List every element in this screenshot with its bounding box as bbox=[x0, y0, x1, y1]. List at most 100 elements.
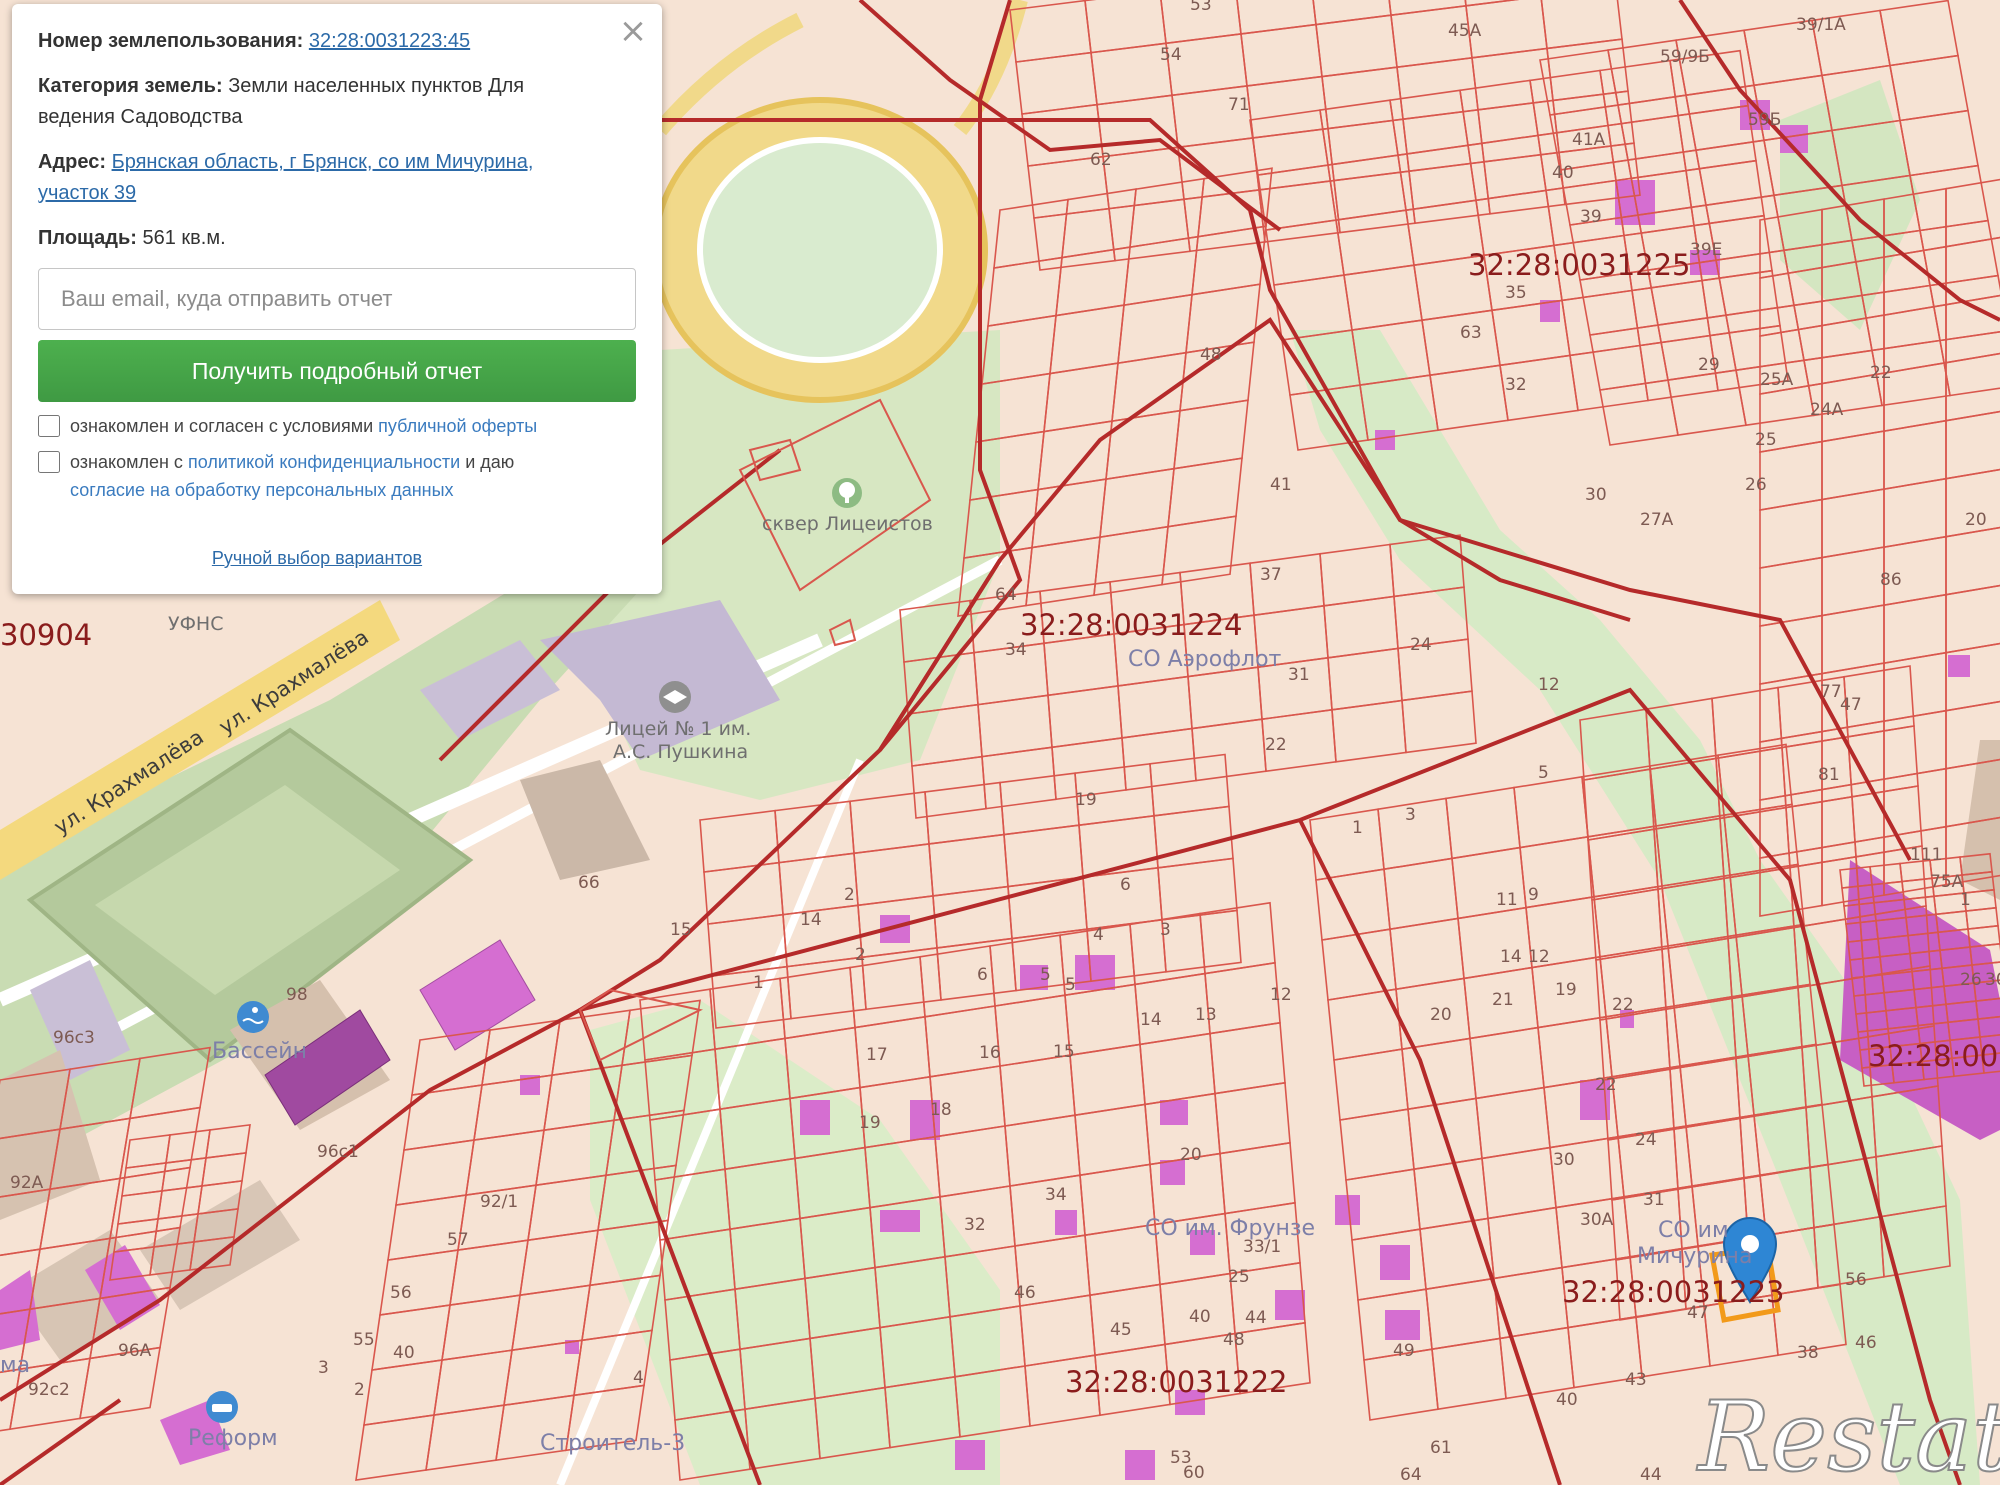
land-category-label: Категория земель: bbox=[38, 75, 223, 97]
parcel-number: 25 bbox=[1755, 430, 1777, 450]
quarter-label: 30904 bbox=[0, 618, 92, 652]
parcel-number: 44 bbox=[1245, 1308, 1267, 1328]
parcel-number: 59/9Б bbox=[1660, 47, 1710, 67]
address-link[interactable]: Брянская область, г Брянск, со им Мичури… bbox=[38, 151, 533, 204]
parcel-number: 30А bbox=[1580, 1210, 1614, 1230]
place-label: Лицей № 1 им. bbox=[605, 718, 751, 740]
parcel-number: 75А bbox=[1930, 872, 1964, 892]
parcel-number: 3 bbox=[1405, 805, 1416, 825]
parcel-number: 17 bbox=[866, 1045, 888, 1065]
parcel-number: 2 bbox=[354, 1380, 365, 1400]
parcel-number: 19 bbox=[1075, 790, 1097, 810]
parcel-number: 24А bbox=[1810, 400, 1844, 420]
parcel-number: 40 bbox=[1556, 1390, 1578, 1410]
parcel-number: 26 bbox=[1745, 475, 1767, 495]
parcel-number: 3 bbox=[318, 1358, 329, 1378]
place-label: Строитель-3 bbox=[540, 1431, 685, 1456]
parcel-number: 40 bbox=[393, 1343, 415, 1363]
parcel-number: 18 bbox=[930, 1100, 952, 1120]
address-row: Адрес: Брянская область, г Брянск, со им… bbox=[38, 147, 636, 209]
parcel-number: 12 bbox=[1528, 947, 1550, 967]
privacy-consent-row: ознакомлен с политикой конфиденциальност… bbox=[38, 448, 636, 504]
privacy-consent-checkbox[interactable] bbox=[38, 451, 60, 473]
parcel-number: 61 bbox=[1430, 1438, 1452, 1458]
parcel-number: 37 bbox=[1260, 565, 1282, 585]
parcel-number: 34 bbox=[1045, 1185, 1067, 1205]
parcel-number: 48 bbox=[1223, 1330, 1245, 1350]
parcel-number: 48 bbox=[1200, 345, 1222, 365]
email-input[interactable] bbox=[38, 268, 636, 330]
parcel-number: 30 bbox=[1553, 1150, 1575, 1170]
parcel-number: 34 bbox=[1005, 640, 1027, 660]
parcel-number: 1 bbox=[753, 973, 764, 993]
offer-consent-checkbox[interactable] bbox=[38, 415, 60, 437]
cadastral-number-link[interactable]: 32:28:0031223:45 bbox=[309, 30, 470, 52]
parcel-number: 29 bbox=[1698, 355, 1720, 375]
place-label: А.С. Пушкина bbox=[613, 741, 748, 763]
place-label: Реформ bbox=[188, 1426, 278, 1451]
parcel-number: 5 bbox=[1538, 763, 1549, 783]
parcel-number: 9 bbox=[1528, 885, 1539, 905]
parcel-number: 16 bbox=[979, 1043, 1001, 1063]
parcel-number: 96с3 bbox=[53, 1028, 95, 1048]
offer-consent-text: ознакомлен и согласен с условиями публич… bbox=[70, 412, 537, 440]
privacy-policy-link[interactable]: политикой конфиденциальности bbox=[188, 452, 460, 472]
parcel-number: 77 bbox=[1820, 682, 1842, 702]
parcel-number: 71 bbox=[1228, 95, 1250, 115]
parcel-number: 22 bbox=[1265, 735, 1287, 755]
parcel-number: 96с1 bbox=[317, 1142, 359, 1162]
parcel-number: 22 bbox=[1612, 995, 1634, 1015]
parcel-number: 15 bbox=[670, 920, 692, 940]
parcel-number: 39/1А bbox=[1796, 15, 1846, 35]
parcel-number: 19 bbox=[1555, 980, 1577, 1000]
parcel-number: 22 bbox=[1870, 363, 1892, 383]
parcel-number: 40 bbox=[1552, 163, 1574, 183]
school-icon bbox=[659, 681, 691, 713]
get-report-button[interactable]: Получить подробный отчет bbox=[38, 340, 636, 402]
parcel-number: 47 bbox=[1840, 695, 1862, 715]
parcel-number: 81 bbox=[1818, 765, 1840, 785]
parcel-number: 1 bbox=[1960, 890, 1971, 910]
parcel-number: 26 bbox=[1960, 970, 1982, 990]
parcel-number: 24 bbox=[1635, 1130, 1657, 1150]
place-label: СО им. Фрунзе bbox=[1145, 1216, 1315, 1241]
privacy-consent-label-b: и даю bbox=[465, 452, 515, 472]
privacy-consent-label-a: ознакомлен с bbox=[70, 452, 183, 472]
parcel-number: 86 bbox=[1880, 570, 1902, 590]
close-icon[interactable]: × bbox=[616, 14, 650, 48]
parcel-number: 12 bbox=[1538, 675, 1560, 695]
parcel-number: 43 bbox=[1625, 1370, 1647, 1390]
personal-data-consent-link[interactable]: согласие на обработку персональных данны… bbox=[70, 480, 454, 500]
place-label: СО им bbox=[1658, 1218, 1729, 1243]
offer-consent-label: ознакомлен и согласен с условиями bbox=[70, 416, 374, 436]
parcel-number: 25 bbox=[1228, 1267, 1250, 1287]
tree-icon bbox=[832, 478, 862, 508]
parcel-number: 27А bbox=[1640, 510, 1674, 530]
car-service-icon bbox=[206, 1391, 238, 1423]
parcel-number: 21 bbox=[1492, 990, 1514, 1010]
parcel-number: 13 bbox=[1195, 1005, 1217, 1025]
parcel-number: 15 bbox=[1053, 1042, 1075, 1062]
area-value: 561 кв.м. bbox=[142, 227, 226, 249]
quarter-label: 32:28:0031223 bbox=[1562, 1275, 1785, 1309]
parcel-number: 3 bbox=[1160, 920, 1171, 940]
parcel-number: 6 bbox=[977, 965, 988, 985]
parcel-number: 92с2 bbox=[28, 1380, 70, 1400]
parcel-number: 32 bbox=[964, 1215, 986, 1235]
parcel-number: 20 bbox=[1965, 510, 1987, 530]
public-offer-link[interactable]: публичной оферты bbox=[378, 416, 537, 436]
parcel-number: 2 bbox=[844, 885, 855, 905]
place-label: УФНС bbox=[168, 613, 224, 635]
parcel-number: 33/1 bbox=[1243, 1237, 1281, 1257]
quarter-label: 32:28:0031224 bbox=[1020, 608, 1243, 642]
manual-selection-link[interactable]: Ручной выбор вариантов bbox=[38, 548, 636, 569]
quarter-label: 32:28:0031225 bbox=[1468, 248, 1691, 282]
parcel-number: 64 bbox=[1400, 1465, 1422, 1485]
parcel-number: 20 bbox=[1430, 1005, 1452, 1025]
parcel-number: 22 bbox=[1595, 1075, 1617, 1095]
parcel-number: 98 bbox=[286, 985, 308, 1005]
parcel-number: 41А bbox=[1572, 130, 1606, 150]
parcel-number: 64 bbox=[995, 585, 1017, 605]
parcel-number: 55 bbox=[353, 1330, 375, 1350]
parcel-number: 40 bbox=[1189, 1307, 1211, 1327]
